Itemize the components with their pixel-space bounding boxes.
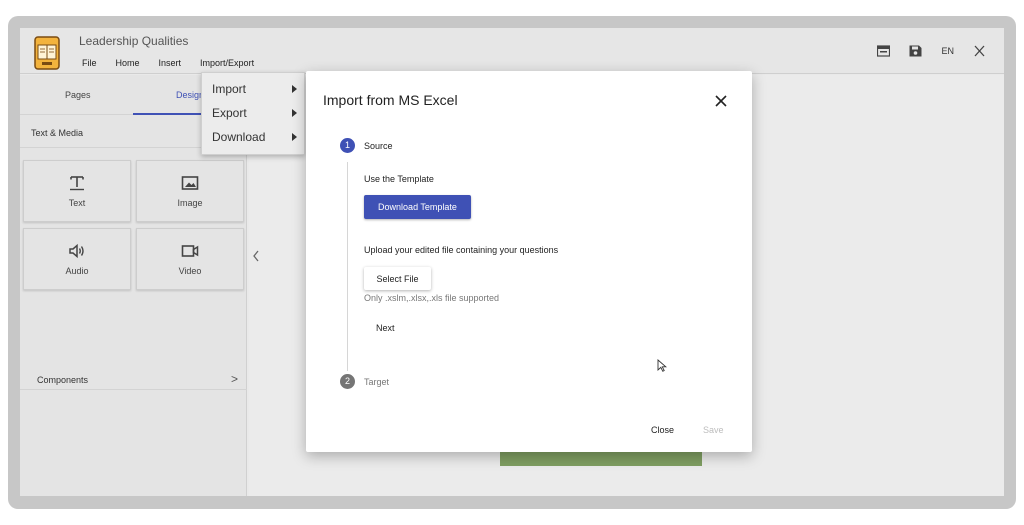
step-1-indicator: 1 [340,138,355,153]
caret-right-icon [292,85,297,93]
file-type-hint: Only .xslm,.xlsx,.xls file supported [364,293,500,303]
app-title: Leadership Qualities [79,34,189,48]
template-label: Use the Template [364,174,434,184]
dialog-title: Import from MS Excel [323,92,458,108]
section-title-components: Components [37,375,89,385]
text-icon [70,175,84,190]
top-right-controls: EN [877,45,986,57]
close-icon[interactable] [713,93,729,109]
tile-image[interactable]: Image [136,160,244,222]
import-export-dropdown: Import Export Download [201,72,305,155]
select-file-button[interactable]: Select File [364,267,431,290]
stepper-connector [347,162,348,371]
close-app-icon[interactable] [973,45,986,57]
section-divider [20,389,247,390]
caret-right-icon [292,133,297,141]
language-selector[interactable]: EN [941,46,954,56]
next-button[interactable]: Next [376,323,395,333]
close-button[interactable]: Close [651,425,674,435]
tile-text[interactable]: Text [23,160,131,222]
save-button[interactable]: Save [703,425,724,435]
tile-label: Text [68,197,86,208]
caret-right-icon [292,109,297,117]
download-template-button[interactable]: Download Template [364,195,471,219]
step-2-label: Target [364,377,390,387]
preview-icon[interactable] [877,45,891,57]
upload-label: Upload your edited file containing your … [364,245,559,255]
menu-bar: File Home Insert Import/Export [82,58,273,68]
tile-label: Audio [65,265,89,276]
tile-video[interactable]: Video [136,228,244,290]
mouse-pointer-icon [657,359,667,372]
top-bar: Leadership Qualities File Home Insert Im… [20,28,1004,74]
tab-design[interactable]: Design [176,90,204,100]
section-title-text-media: Text & Media [31,128,84,138]
dropdown-item-download[interactable]: Download [202,125,306,149]
menu-import-export[interactable]: Import/Export [200,58,254,68]
step-1-label: Source [364,141,393,151]
save-icon[interactable] [909,45,922,57]
dropdown-item-import[interactable]: Import [202,77,306,101]
step-2-indicator: 2 [340,374,355,389]
audio-icon [69,243,84,258]
tile-label: Image [177,197,203,208]
dropdown-item-export[interactable]: Export [202,101,306,125]
menu-file[interactable]: File [82,58,97,68]
video-icon [181,244,199,257]
image-icon [181,175,199,190]
tile-label: Video [178,265,202,276]
tab-pages[interactable]: Pages [65,90,91,100]
chevron-left-icon[interactable] [252,250,260,262]
import-dialog: Import from MS Excel 1 Source Use the Te… [306,71,752,452]
components-chevron-icon[interactable]: > [231,372,238,386]
book-logo-icon [34,36,60,70]
tile-audio[interactable]: Audio [23,228,131,290]
menu-insert[interactable]: Insert [159,58,182,68]
menu-home[interactable]: Home [116,58,140,68]
